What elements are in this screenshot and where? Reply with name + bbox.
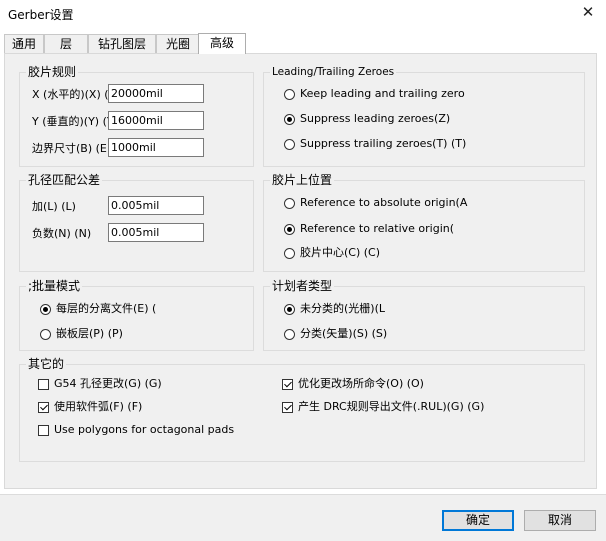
border-size-label: 边界尺寸(B) (E	[32, 142, 107, 155]
film-rules-group: 胶片规则 X (水平的)(X) ( 20000mil Y (垂直的)(Y) (Y…	[19, 65, 254, 167]
film-rules-title: 胶片规则	[26, 65, 79, 79]
software-arcs-check[interactable]: 使用软件弧(F) (F)	[38, 399, 142, 415]
keep-zeros-label: Keep leading and trailing zero	[300, 87, 465, 100]
tab-apertures[interactable]: 光圈	[156, 34, 200, 53]
tab-drill-drawing[interactable]: 钻孔图层	[88, 34, 156, 53]
batch-mode-group: ;批量模式 每层的分离文件(E) ( 嵌板层(P) (P)	[19, 279, 254, 351]
g54-aperture-check[interactable]: G54 孔径更改(G) (G)	[38, 376, 162, 392]
dialog-footer: 确定 取消	[0, 494, 606, 541]
hole-tolerance-title: 孔径匹配公差	[26, 173, 103, 187]
hole-tolerance-group: 孔径匹配公差 加(L) (L) 0.005mil 负数(N) (N) 0.005…	[19, 173, 254, 272]
plus-tolerance-label: 加(L) (L)	[32, 200, 76, 213]
other-title: 其它的	[26, 357, 67, 371]
sorted-vector-radio-dot[interactable]	[284, 328, 295, 340]
relative-origin-radio-dot[interactable]	[284, 223, 295, 235]
absolute-origin-radio-dot[interactable]	[284, 197, 295, 209]
film-position-title: 胶片上位置	[270, 173, 335, 187]
y-size-label: Y (垂直的)(Y) (Y	[32, 115, 114, 128]
panel-layers-radio[interactable]: 嵌板层(P) (P)	[40, 326, 123, 342]
tab-layers[interactable]: 层	[44, 34, 88, 53]
film-center-radio-dot[interactable]	[284, 247, 295, 259]
plotter-type-group: 计划者类型 未分类的(光栅)(L 分类(矢量)(S) (S)	[263, 279, 585, 351]
sorted-vector-radio[interactable]: 分类(矢量)(S) (S)	[284, 326, 387, 342]
panel-layers-radio-dot[interactable]	[40, 328, 51, 340]
title-bar: Gerber设置 ✕	[0, 0, 606, 30]
separate-file-radio[interactable]: 每层的分离文件(E) (	[40, 301, 156, 317]
software-arcs-checkbox[interactable]	[38, 401, 49, 413]
x-size-input[interactable]: 20000mil	[108, 84, 204, 103]
optimize-commands-label: 优化更改场所命令(O) (O)	[298, 377, 424, 390]
separate-file-label: 每层的分离文件(E) (	[56, 302, 157, 315]
relative-origin-label: Reference to relative origin(	[300, 222, 455, 235]
unsorted-raster-radio-dot[interactable]	[284, 303, 295, 315]
unsorted-raster-radio[interactable]: 未分类的(光栅)(L	[284, 301, 385, 317]
suppress-leading-radio-dot[interactable]	[284, 113, 295, 125]
sorted-vector-label: 分类(矢量)(S) (S)	[300, 327, 388, 340]
keep-zeros-radio-dot[interactable]	[284, 88, 295, 100]
octagonal-pads-label: Use polygons for octagonal pads	[54, 423, 235, 436]
ok-button[interactable]: 确定	[442, 510, 514, 531]
tab-advanced[interactable]: 高级	[198, 33, 246, 54]
keep-zeros-radio[interactable]: Keep leading and trailing zero	[284, 86, 465, 102]
batch-mode-title: ;批量模式	[26, 279, 83, 293]
unsorted-raster-label: 未分类的(光栅)(L	[300, 302, 386, 315]
suppress-trailing-radio[interactable]: Suppress trailing zeroes(T) (T)	[284, 136, 466, 152]
suppress-trailing-radio-dot[interactable]	[284, 138, 295, 150]
plus-tolerance-input[interactable]: 0.005mil	[108, 196, 204, 215]
optimize-commands-check[interactable]: 优化更改场所命令(O) (O)	[282, 376, 424, 392]
film-position-group: 胶片上位置 Reference to absolute origin(A Ref…	[263, 173, 585, 272]
cancel-button[interactable]: 取消	[524, 510, 596, 531]
film-center-label: 胶片中心(C) (C)	[300, 246, 381, 259]
drc-rules-export-check[interactable]: 产生 DRC规则导出文件(.RUL)(G) (G)	[282, 399, 484, 415]
close-icon[interactable]: ✕	[580, 4, 596, 20]
window-title: Gerber设置	[8, 8, 74, 22]
octagonal-pads-checkbox[interactable]	[38, 424, 49, 436]
suppress-leading-radio[interactable]: Suppress leading zeroes(Z)	[284, 111, 450, 127]
minus-tolerance-input[interactable]: 0.005mil	[108, 223, 204, 242]
optimize-commands-checkbox[interactable]	[282, 378, 293, 390]
advanced-panel: 胶片规则 X (水平的)(X) ( 20000mil Y (垂直的)(Y) (Y…	[4, 53, 597, 489]
absolute-origin-label: Reference to absolute origin(A	[300, 196, 468, 209]
separate-file-radio-dot[interactable]	[40, 303, 51, 315]
zeroes-group: Leading/Trailing Zeroes Keep leading and…	[263, 65, 585, 167]
drc-rules-export-label: 产生 DRC规则导出文件(.RUL)(G) (G)	[298, 400, 485, 413]
tab-general[interactable]: 通用	[4, 34, 44, 53]
plotter-type-title: 计划者类型	[270, 279, 335, 293]
relative-origin-radio[interactable]: Reference to relative origin(	[284, 221, 454, 237]
drc-rules-export-checkbox[interactable]	[282, 401, 293, 413]
suppress-trailing-label: Suppress trailing zeroes(T) (T)	[300, 137, 467, 150]
absolute-origin-radio[interactable]: Reference to absolute origin(A	[284, 195, 467, 211]
film-center-radio[interactable]: 胶片中心(C) (C)	[284, 245, 380, 261]
suppress-leading-label: Suppress leading zeroes(Z)	[300, 112, 451, 125]
y-size-input[interactable]: 16000mil	[108, 111, 204, 130]
g54-aperture-label: G54 孔径更改(G) (G)	[54, 377, 162, 390]
border-size-input[interactable]: 1000mil	[108, 138, 204, 157]
zeroes-title: Leading/Trailing Zeroes	[270, 65, 397, 79]
panel-layers-label: 嵌板层(P) (P)	[56, 327, 123, 340]
software-arcs-label: 使用软件弧(F) (F)	[54, 400, 143, 413]
octagonal-pads-check[interactable]: Use polygons for octagonal pads	[38, 422, 234, 438]
minus-tolerance-label: 负数(N) (N)	[32, 227, 92, 240]
g54-aperture-checkbox[interactable]	[38, 378, 49, 390]
x-size-label: X (水平的)(X) (	[32, 88, 109, 101]
other-group: 其它的 G54 孔径更改(G) (G) 优化更改场所命令(O) (O) 使用软件…	[19, 357, 585, 462]
